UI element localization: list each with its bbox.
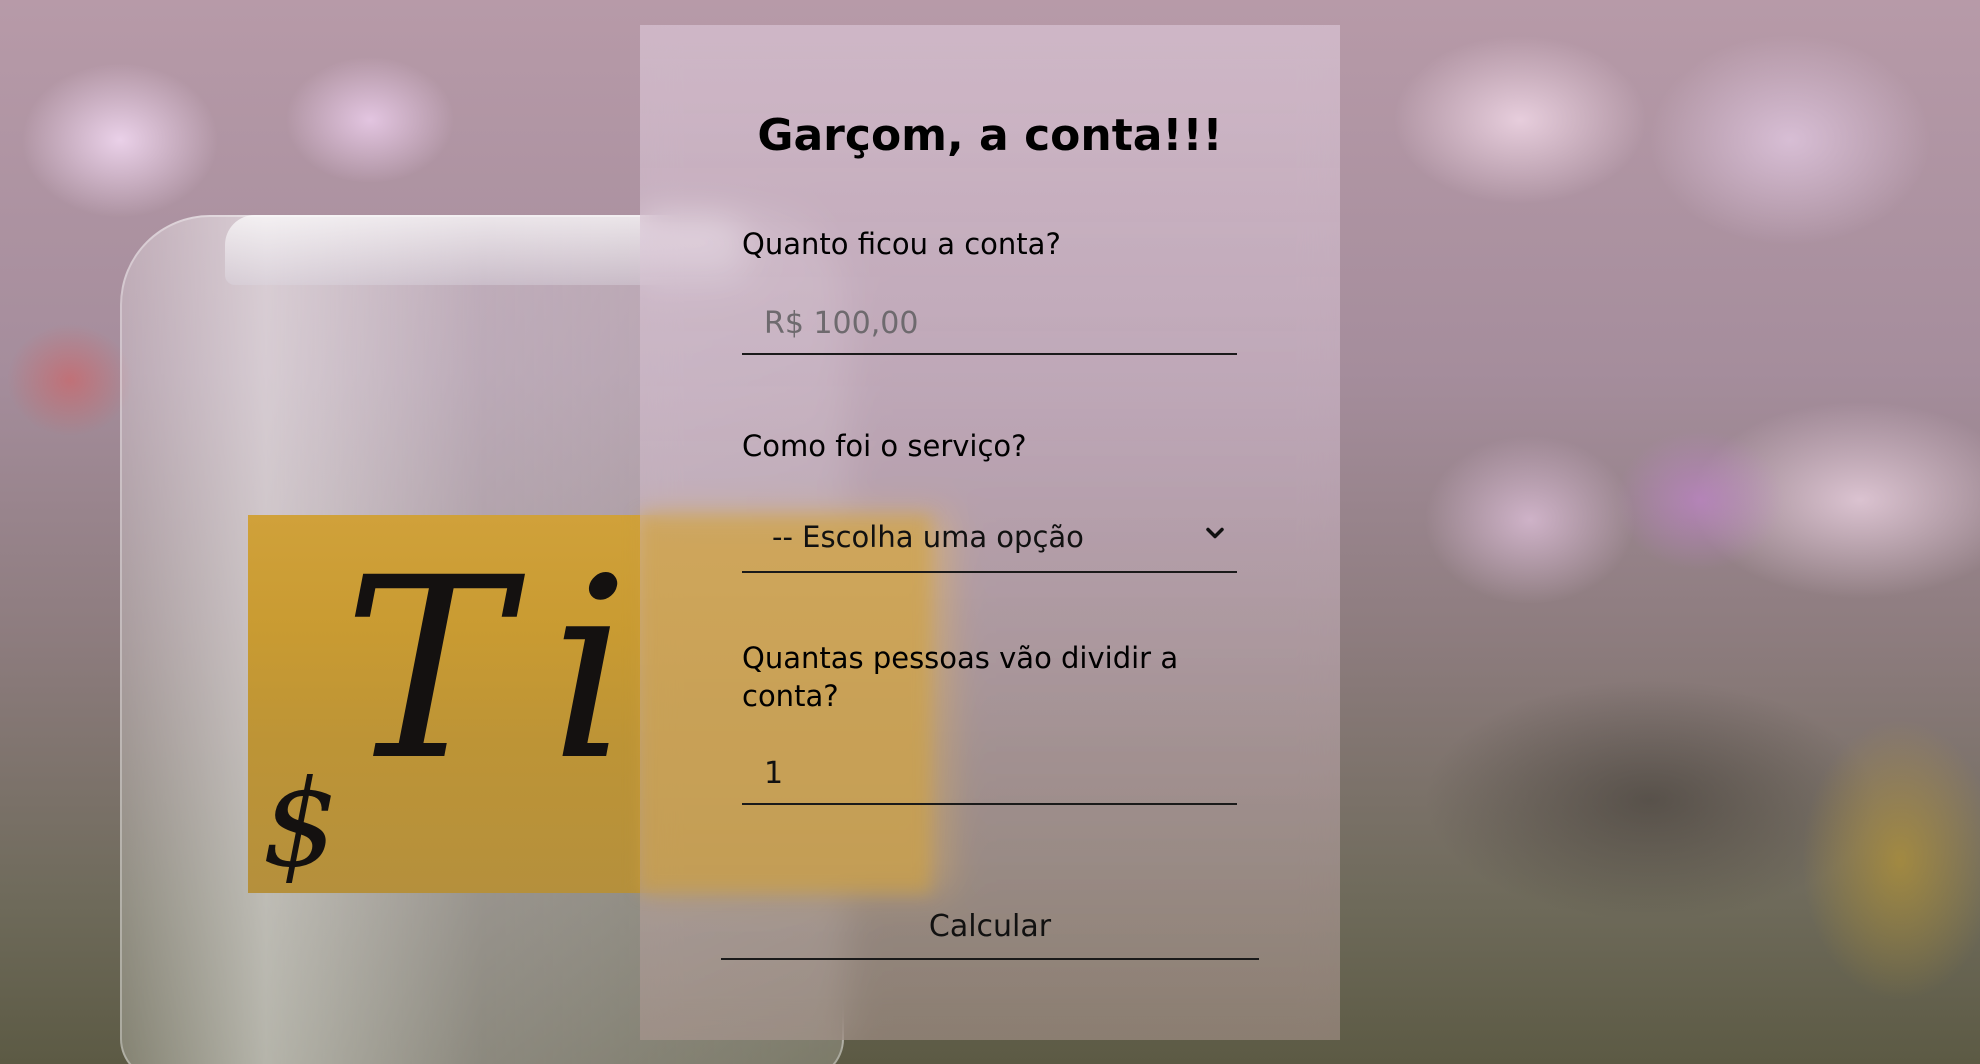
tip-jar-label-text: Ti: [343, 524, 670, 815]
service-label: Como foi o serviço?: [742, 429, 1027, 463]
tip-jar-label-symbol: $: [262, 755, 339, 893]
service-quality-select[interactable]: -- Escolha uma opção: [742, 507, 1237, 573]
page-title: Garçom, a conta!!!: [757, 110, 1223, 161]
chevron-down-icon: [1206, 527, 1224, 539]
people-count-input[interactable]: [742, 743, 1237, 805]
bill-amount-input[interactable]: [742, 293, 1237, 355]
calculate-button[interactable]: Calcular: [721, 894, 1259, 960]
bill-label: Quanto ficou a conta?: [742, 227, 1061, 261]
people-label: Quantas pessoas vão dividir a conta?: [742, 641, 1179, 713]
service-quality-selected: -- Escolha uma opção: [772, 520, 1084, 554]
